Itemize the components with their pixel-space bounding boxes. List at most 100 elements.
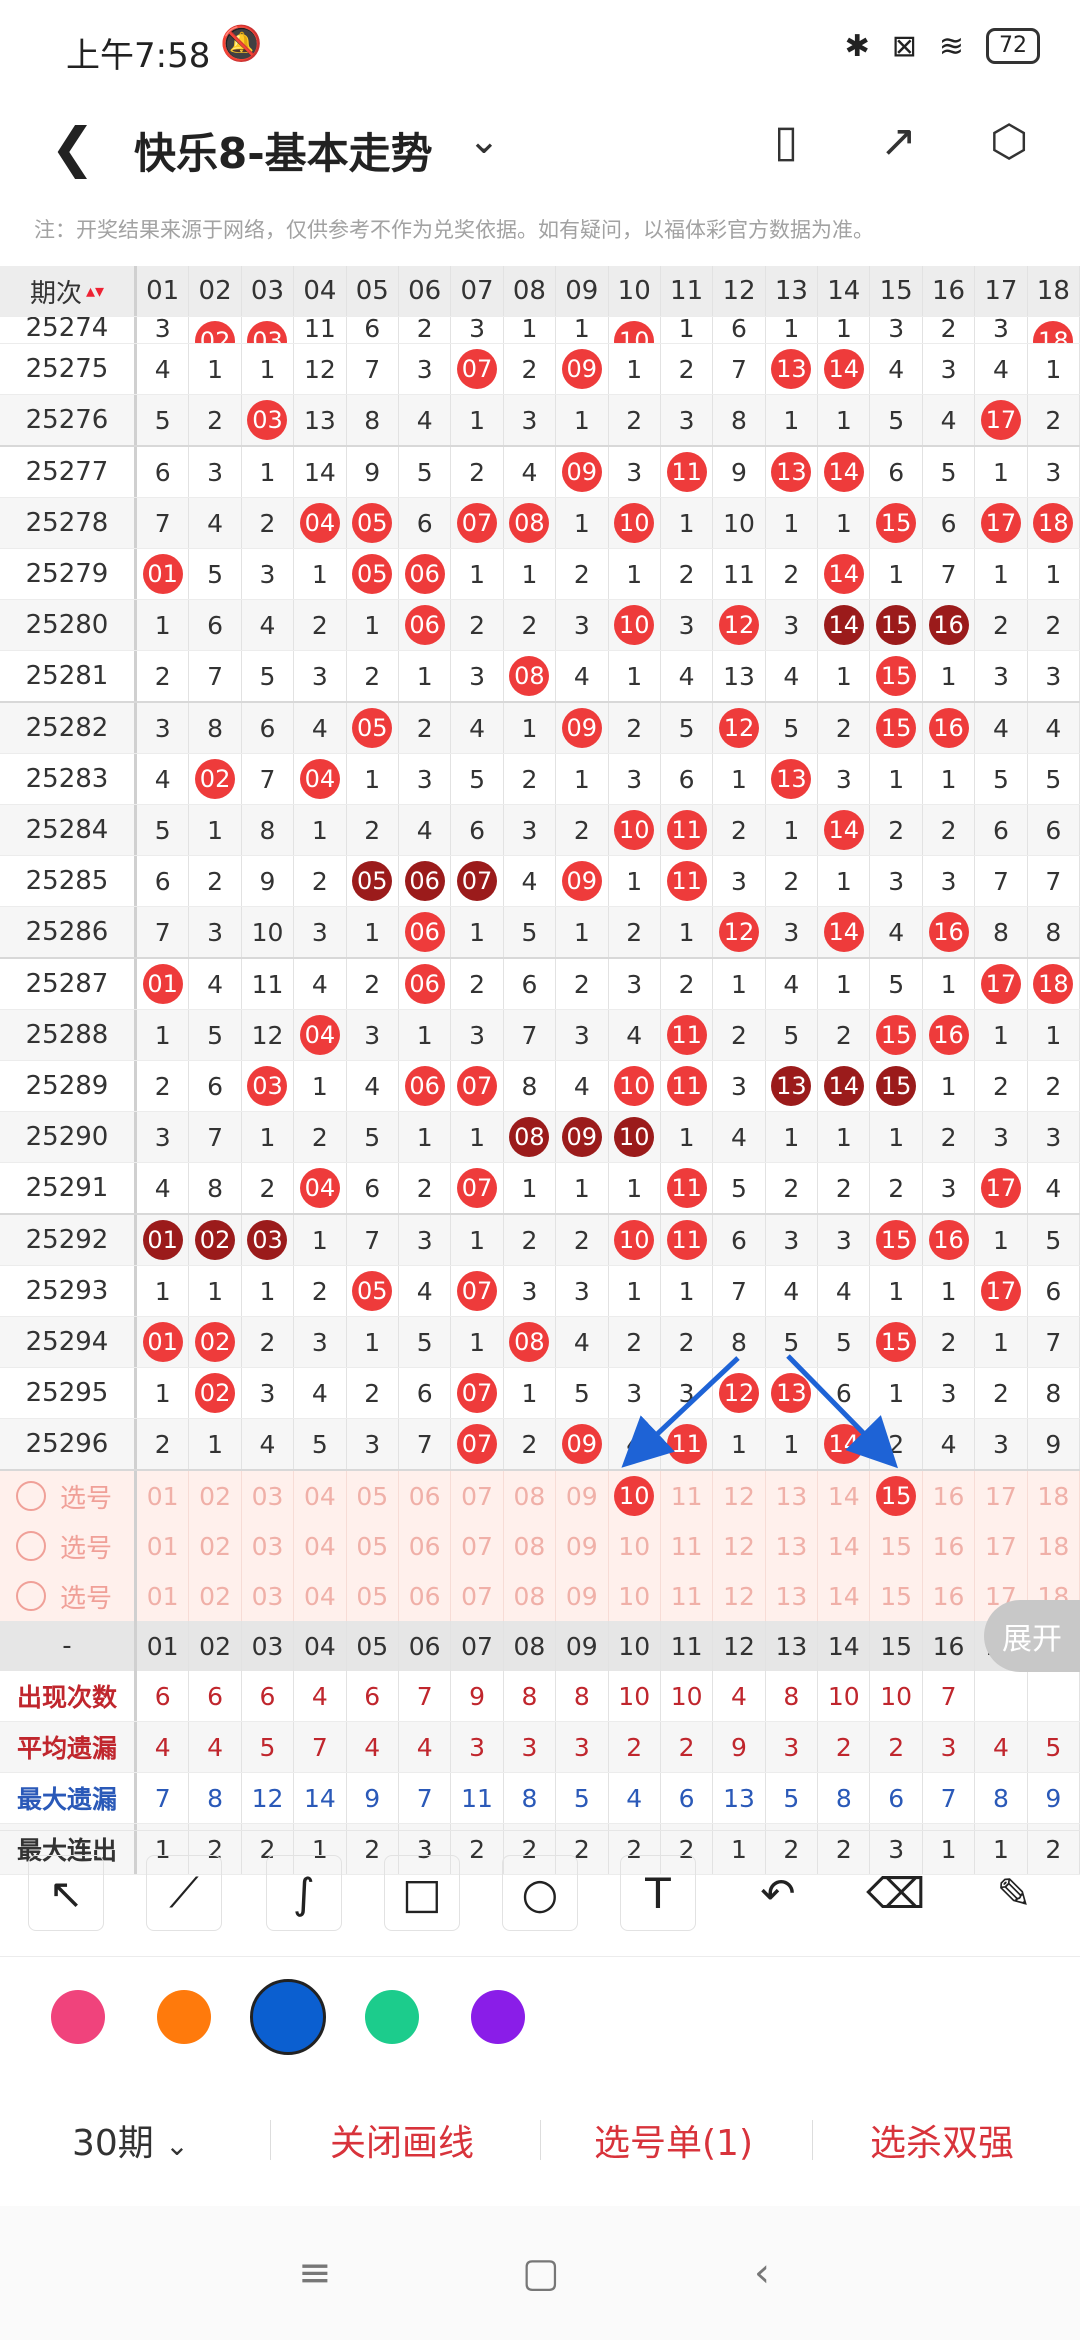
pick-number-07[interactable]: 07 — [451, 1571, 504, 1621]
table-cell: 2 — [242, 1317, 295, 1367]
pick-number-07[interactable]: 07 — [451, 1471, 504, 1521]
pick-number-01[interactable]: 01 — [137, 1571, 190, 1621]
pick-number-09[interactable]: 09 — [556, 1571, 609, 1621]
layout-toggle-icon[interactable]: ▯ — [774, 116, 798, 167]
color-swatch[interactable] — [51, 1990, 105, 2044]
pick-number-03[interactable]: 03 — [242, 1571, 295, 1621]
pick-number-14[interactable]: 14 — [818, 1471, 871, 1521]
pick-number-02[interactable]: 02 — [189, 1471, 242, 1521]
color-swatch[interactable] — [157, 1990, 211, 2044]
pick-number-10[interactable]: 10 — [609, 1521, 661, 1571]
pick-number-08[interactable]: 08 — [504, 1521, 557, 1571]
text-icon[interactable]: T — [620, 1855, 696, 1931]
color-swatch[interactable] — [471, 1990, 525, 2044]
pick-number-13[interactable]: 13 — [766, 1471, 819, 1521]
pick-number-02[interactable]: 02 — [189, 1571, 242, 1621]
pick-number-15[interactable]: 15 — [870, 1471, 923, 1521]
line-icon[interactable]: ⟋ — [146, 1855, 222, 1931]
pick-number-17[interactable]: 17 — [975, 1521, 1028, 1571]
pick-number-18[interactable]: 18 — [1028, 1521, 1080, 1571]
back-icon[interactable]: ‹ — [754, 2250, 770, 2296]
radio-circle-icon[interactable] — [16, 1531, 46, 1561]
radio-circle-icon[interactable] — [16, 1481, 46, 1511]
pick-number-03[interactable]: 03 — [242, 1471, 295, 1521]
pick-number-10[interactable]: 10 — [609, 1471, 661, 1521]
pick-number-12[interactable]: 12 — [713, 1521, 766, 1571]
pick-number-11[interactable]: 11 — [661, 1471, 714, 1521]
pick-number-17[interactable]: 17 — [975, 1471, 1028, 1521]
period-selector[interactable]: 30期 ⌄ — [72, 2114, 189, 2166]
pick-number-06[interactable]: 06 — [399, 1471, 452, 1521]
pick-number-04[interactable]: 04 — [294, 1471, 347, 1521]
pick-number-04[interactable]: 04 — [294, 1571, 347, 1621]
pick-number-10[interactable]: 10 — [609, 1571, 661, 1621]
column-header-16: 16 — [922, 1621, 976, 1671]
pick-row-label[interactable]: 选号 — [0, 1571, 137, 1621]
close-drawing-button[interactable]: 关闭画线 — [330, 2114, 474, 2166]
color-swatch[interactable] — [365, 1990, 419, 2044]
pick-number-08[interactable]: 08 — [504, 1471, 557, 1521]
stat-value: 2 — [609, 1722, 661, 1772]
menu-icon[interactable]: ≡ — [298, 2250, 332, 2296]
pick-number-16[interactable]: 16 — [923, 1571, 976, 1621]
pick-row[interactable]: 选号 01 02 03 04 05 06 07 08 09 10 11 12 13 14 15 16 17 18 — [0, 1571, 1080, 1621]
color-swatch[interactable] — [250, 1979, 326, 2055]
rectangle-icon[interactable]: □ — [384, 1855, 460, 1931]
stat-value: 13 — [713, 1773, 766, 1823]
back-chevron-icon[interactable]: ❮ — [50, 116, 95, 179]
pick-number-15[interactable]: 15 — [870, 1571, 923, 1621]
circle-icon[interactable]: ○ — [502, 1855, 578, 1931]
home-square-icon[interactable]: ▢ — [522, 2250, 560, 2296]
selected-number-ball[interactable]: 10 — [614, 1476, 655, 1516]
radio-circle-icon[interactable] — [16, 1581, 46, 1611]
pick-number-07[interactable]: 07 — [451, 1521, 504, 1571]
pick-number-06[interactable]: 06 — [399, 1521, 452, 1571]
pick-number-01[interactable]: 01 — [137, 1521, 190, 1571]
pick-number-14[interactable]: 14 — [818, 1521, 871, 1571]
pick-number-01[interactable]: 01 — [137, 1471, 190, 1521]
undo-icon[interactable]: ↶ — [740, 1855, 816, 1931]
pointer-arrow-icon[interactable]: ↖ — [28, 1855, 104, 1931]
pick-number-04[interactable]: 04 — [294, 1521, 347, 1571]
pick-number-12[interactable]: 12 — [713, 1571, 766, 1621]
pick-number-11[interactable]: 11 — [661, 1571, 714, 1621]
pick-row-label[interactable]: 选号 — [0, 1471, 137, 1521]
pick-number-08[interactable]: 08 — [504, 1571, 557, 1621]
freehand-icon[interactable]: ∫ — [266, 1855, 342, 1931]
period-column-header[interactable]: 期次 ▴▾ — [0, 266, 137, 316]
pick-number-16[interactable]: 16 — [923, 1521, 976, 1571]
pick-number-03[interactable]: 03 — [242, 1521, 295, 1571]
trend-chart-grid[interactable]: 期次 ▴▾ 01 02 03 04 05 06 07 08 09 10 11 12 13 14 15 16 17 1… — [0, 266, 1080, 1875]
kill-double-button[interactable]: 选杀双强 — [870, 2114, 1014, 2166]
pick-number-09[interactable]: 09 — [556, 1471, 609, 1521]
page-title[interactable]: 快乐8-基本走势 — [134, 120, 433, 181]
pick-number-16[interactable]: 16 — [923, 1471, 976, 1521]
table-cell: 7 — [189, 1112, 242, 1162]
chevron-down-icon[interactable]: ⌄ — [468, 118, 500, 162]
brush-clear-icon[interactable]: ✎ — [976, 1855, 1052, 1931]
pick-number-13[interactable]: 13 — [766, 1571, 819, 1621]
pick-row[interactable]: 选号 01 02 03 04 05 06 07 08 09 10 11 12 13 14 15 16 17 18 — [0, 1521, 1080, 1571]
pick-number-09[interactable]: 09 — [556, 1521, 609, 1571]
pick-number-13[interactable]: 13 — [766, 1521, 819, 1571]
selected-number-ball[interactable]: 15 — [876, 1476, 917, 1516]
pick-number-05[interactable]: 05 — [347, 1571, 399, 1621]
pick-number-14[interactable]: 14 — [818, 1571, 871, 1621]
pick-row-label[interactable]: 选号 — [0, 1521, 137, 1571]
pick-list-button[interactable]: 选号单(1) — [594, 2114, 753, 2166]
share-icon[interactable]: ↗ — [880, 116, 917, 167]
pick-number-12[interactable]: 12 — [713, 1471, 766, 1521]
table-cell: 5 — [556, 1368, 609, 1418]
pick-number-18[interactable]: 18 — [1028, 1471, 1080, 1521]
stat-value: 3 — [923, 1722, 976, 1772]
pick-number-02[interactable]: 02 — [189, 1521, 242, 1571]
pick-number-05[interactable]: 05 — [347, 1471, 399, 1521]
pick-number-15[interactable]: 15 — [870, 1521, 923, 1571]
pick-row[interactable]: 选号 01 02 03 04 05 06 07 08 09 10 11 12 13 14 15 16 17 18 — [0, 1471, 1080, 1521]
pick-number-11[interactable]: 11 — [661, 1521, 714, 1571]
settings-hexagon-icon[interactable]: ⬡ — [990, 116, 1028, 167]
expand-button[interactable]: 展开 — [984, 1600, 1080, 1672]
pick-number-05[interactable]: 05 — [347, 1521, 399, 1571]
pick-number-06[interactable]: 06 — [399, 1571, 452, 1621]
eraser-icon[interactable]: ⌫ — [858, 1855, 934, 1931]
